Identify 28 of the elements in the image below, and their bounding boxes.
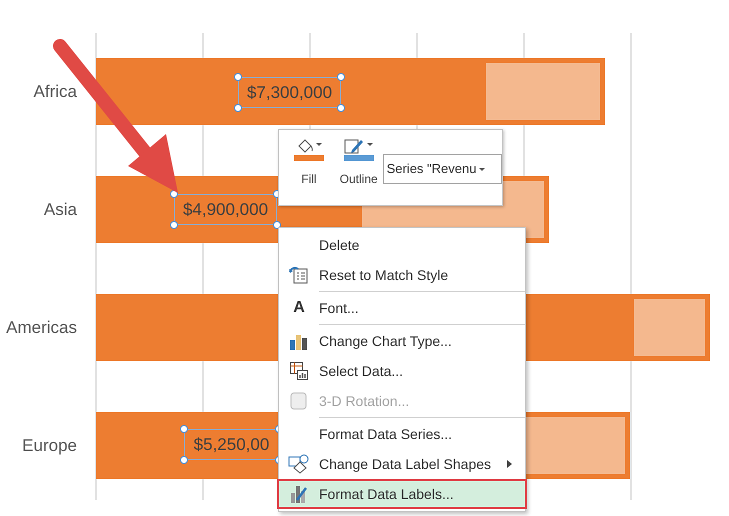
menu-item[interactable]: Change Chart Type... (279, 326, 525, 356)
menu-item[interactable]: Format Data Labels... (277, 479, 527, 509)
menu-item[interactable]: Delete (279, 230, 525, 260)
menu-item[interactable]: Change Data Label Shapes (279, 449, 525, 479)
bar-highlight (634, 299, 705, 356)
category-label: Americas (6, 319, 77, 336)
menu-item[interactable]: Reset to Match Style (279, 260, 525, 290)
reset-style-icon (289, 266, 309, 284)
menu-item[interactable]: Format Data Series... (279, 419, 525, 449)
caret-icon (478, 165, 486, 173)
table-chart-icon (290, 362, 308, 380)
submenu-arrow-icon (507, 459, 513, 469)
category-label: Africa (34, 83, 77, 100)
font-icon: A (293, 300, 305, 316)
category-label: Asia (44, 201, 77, 218)
pencil-icon (344, 138, 366, 154)
shapes-icon (288, 454, 310, 474)
format-brush-icon (289, 484, 309, 504)
outline-button[interactable]: Outline (336, 138, 381, 185)
fill-button[interactable]: Fill (289, 138, 329, 185)
series-dropdown[interactable]: Series "Revenu (382, 154, 502, 184)
menu-item[interactable]: Select Data... (279, 356, 525, 386)
category-label: Europe (22, 437, 77, 454)
cube-icon (290, 392, 308, 410)
caret-icon (314, 141, 323, 149)
caret-icon (366, 141, 374, 149)
bar-chart-icon (290, 332, 308, 350)
menu-item[interactable]: A Font... (279, 293, 525, 323)
